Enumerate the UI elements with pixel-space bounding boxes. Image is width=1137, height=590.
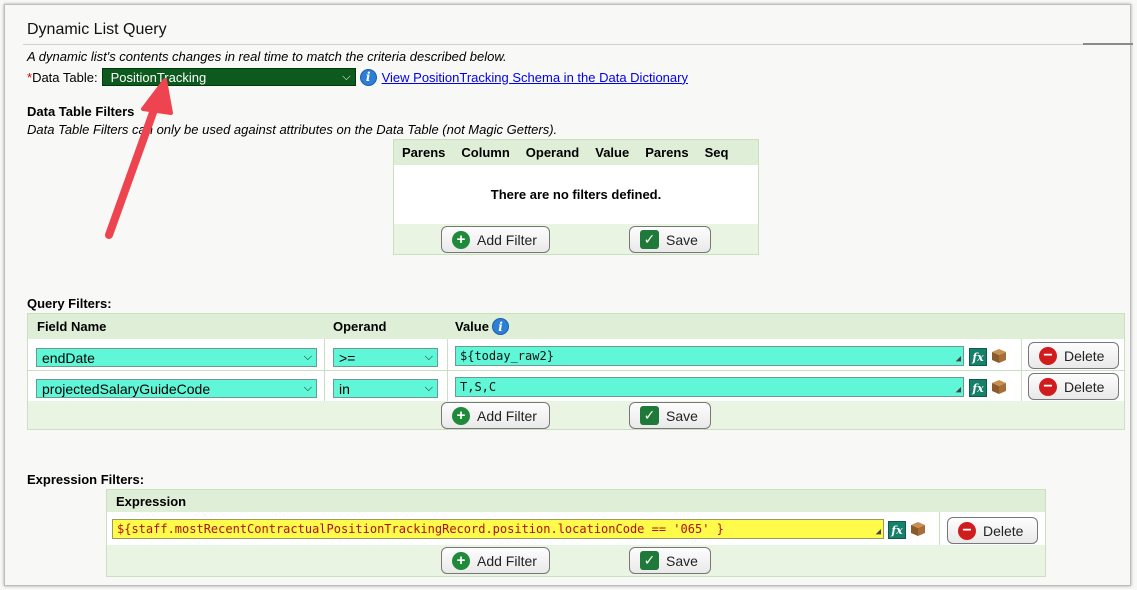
dynamic-list-query-panel: Dynamic List Query A dynamic list's cont…: [4, 4, 1133, 586]
annotation-arrow: [105, 78, 173, 239]
